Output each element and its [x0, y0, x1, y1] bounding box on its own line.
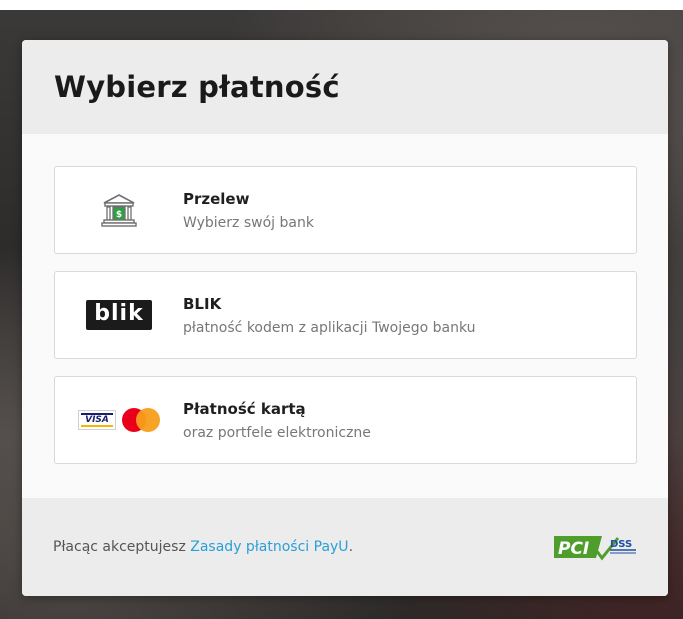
payment-option-card[interactable]: VISA Płatność kartą oraz portfele elektr… — [54, 376, 637, 464]
blik-logo-text: blik — [86, 299, 152, 331]
bank-icon: $ — [55, 167, 183, 253]
pci-dss-logo: PCI DSS — [552, 532, 640, 562]
payment-options: $ Przelew Wybierz swój bank blik BLIK pł… — [22, 134, 668, 498]
terms-suffix: . — [348, 539, 354, 555]
option-text: Płatność kartą oraz portfele elektronicz… — [183, 400, 371, 441]
option-title: Płatność kartą — [183, 399, 306, 418]
payment-modal: Wybierz płatność $ Przelew Wybierz swój … — [22, 40, 668, 596]
pci-text: PCI — [558, 539, 589, 559]
top-strip — [0, 0, 683, 10]
modal-header: Wybierz płatność — [22, 40, 668, 134]
option-subtitle: Wybierz swój bank — [183, 214, 314, 231]
dss-text: DSS — [610, 539, 632, 550]
option-text: Przelew Wybierz swój bank — [183, 190, 314, 231]
option-title: BLIK — [183, 294, 222, 313]
option-subtitle: płatność kodem z aplikacji Twojego banku — [183, 319, 476, 336]
mastercard-logo — [122, 408, 160, 432]
payment-option-transfer[interactable]: $ Przelew Wybierz swój bank — [54, 166, 637, 254]
card-logos: VISA — [55, 377, 183, 463]
terms-prefix: Płacąc akceptujesz — [53, 539, 191, 555]
modal-title: Wybierz płatność — [54, 70, 340, 104]
visa-logo-text: VISA — [85, 415, 109, 425]
payu-terms-link[interactable]: Zasady płatności PayU — [190, 539, 348, 555]
visa-logo: VISA — [78, 410, 116, 430]
svg-text:$: $ — [116, 210, 122, 220]
option-text: BLIK płatność kodem z aplikacji Twojego … — [183, 295, 476, 336]
modal-footer: Płacąc akceptujesz Zasady płatności PayU… — [22, 498, 668, 596]
option-title: Przelew — [183, 189, 250, 208]
blik-logo: blik — [55, 272, 183, 358]
terms-text: Płacąc akceptujesz Zasady płatności PayU… — [53, 539, 353, 555]
payment-option-blik[interactable]: blik BLIK płatność kodem z aplikacji Two… — [54, 271, 637, 359]
option-subtitle: oraz portfele elektroniczne — [183, 424, 371, 441]
